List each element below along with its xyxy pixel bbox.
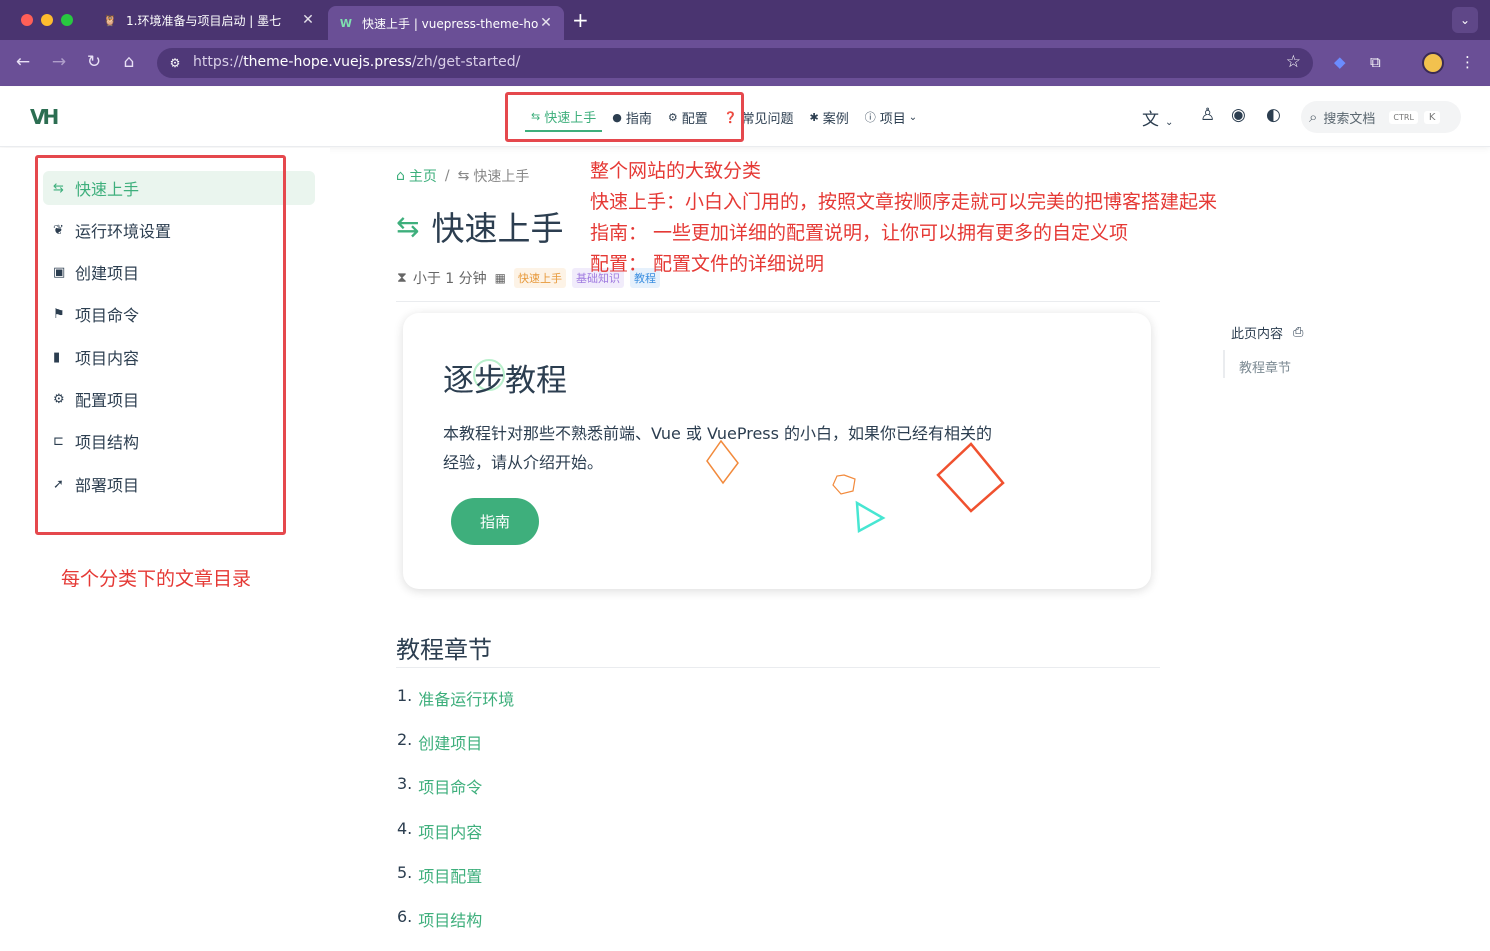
toc-rail <box>1223 350 1225 378</box>
info-circle-icon: ⓘ <box>864 111 876 124</box>
window-close-button[interactable] <box>21 14 33 26</box>
divider <box>396 301 1160 302</box>
search-icon: ⌕ <box>1309 108 1318 126</box>
vh-favicon-icon: W <box>339 16 353 30</box>
address-bar[interactable]: ⚙ https://theme-hope.vuejs.press/zh/get-… <box>157 48 1313 78</box>
chapter-link[interactable]: 项目结构 <box>418 907 482 931</box>
annotation-sidebar-note: 每个分类下的文章目录 <box>61 568 252 590</box>
breadcrumb: ⌂ 主页 / ⇆ 快速上手 <box>396 166 529 186</box>
tab-close-icon[interactable]: ✕ <box>538 15 554 31</box>
list-item: 2. 创建项目 <box>397 730 483 754</box>
tab-search-chevron-icon[interactable]: ⌄ <box>1452 7 1478 33</box>
new-tab-icon[interactable]: + <box>572 8 589 32</box>
list-item: 1. 准备运行环境 <box>397 686 515 710</box>
window-minimize-button[interactable] <box>41 14 53 26</box>
section-title: 教程章节 <box>396 636 492 664</box>
browser-menu-icon[interactable]: ⋮ <box>1460 53 1475 71</box>
tab-close-icon[interactable]: ✕ <box>300 12 316 28</box>
reading-time: 小于 1 分钟 <box>412 271 487 287</box>
chapter-list: 1. 准备运行环境 2. 创建项目 3. 项目命令 4. 项目内容 5. 项目配置 6. 项… <box>397 686 514 951</box>
extension-translate-icon[interactable]: ◆ <box>1334 53 1346 71</box>
owl-favicon-icon: 🦉 <box>103 13 117 27</box>
browser-tab-2[interactable]: W 快速上手 | vuepress-theme-hope ✕ <box>328 6 564 40</box>
window-zoom-button[interactable] <box>61 14 73 26</box>
search-placeholder: 搜索文档 <box>1323 111 1376 127</box>
list-item: 3. 项目命令 <box>397 774 483 798</box>
browser-tab-bar: 🦉 1.环境准备与项目启动 | 墨七 ✕ W 快速上手 | vuepress-t… <box>0 0 1490 40</box>
chapter-link[interactable]: 项目配置 <box>418 863 482 887</box>
bookmark-star-icon[interactable]: ☆ <box>1286 52 1301 72</box>
tab-title: 1.环境准备与项目启动 | 墨七 <box>126 13 282 28</box>
site-logo[interactable]: VH <box>30 105 59 129</box>
chapter-link[interactable]: 项目命令 <box>418 774 482 798</box>
chapter-link[interactable]: 项目内容 <box>418 819 482 843</box>
extensions-puzzle-icon[interactable]: ⧉ <box>1370 53 1381 71</box>
tutorial-card: 逐步教程 本教程针对那些不熟悉前端、Vue 或 VuePress 的小白，如果你… <box>403 313 1151 589</box>
profile-avatar[interactable] <box>1422 52 1444 74</box>
site-settings-icon[interactable]: ⚙ <box>165 53 185 73</box>
breadcrumb-current[interactable]: 快速上手 <box>473 166 529 186</box>
hourglass-icon: ⧗ <box>397 270 407 286</box>
toc-link[interactable]: 教程章节 <box>1239 357 1291 376</box>
list-item: 6. 项目结构 <box>397 906 483 931</box>
shortcut-key-ctrl: CTRL <box>1389 110 1418 124</box>
home-icon[interactable]: ⌂ <box>396 168 405 184</box>
tags-icon: ▦ <box>494 271 506 285</box>
chevron-down-icon: ⌄ <box>908 111 918 123</box>
browser-toolbar: ← → ↻ ⌂ ⚙ https://theme-hope.vuejs.press… <box>0 40 1490 86</box>
site-navbar: VH ⇆ 快速上手 ● 指南 ⚙ 配置 ❓ 常见问题 ✱ 案例 ⓘ 项目 ⌄ 文 ⌄ ♙ ◉ ◐… <box>0 87 1490 147</box>
breadcrumb-separator: / <box>444 168 450 184</box>
search-box[interactable]: ⌕ 搜索文档 CTRL K <box>1301 101 1461 133</box>
theme-toggle-icon[interactable]: ◐ <box>1266 105 1281 125</box>
list-item: 5. 项目配置 <box>397 862 483 887</box>
signpost-icon: ⇆ <box>396 209 420 243</box>
card-title: 逐步教程 <box>443 363 567 399</box>
list-item: 4. 项目内容 <box>397 818 483 843</box>
puzzle-icon: ✱ <box>809 110 819 124</box>
divider <box>396 667 1160 668</box>
chapter-link[interactable]: 准备运行环境 <box>418 686 514 710</box>
page-title: ⇆ 快速上手 <box>396 209 564 248</box>
forward-arrow-icon[interactable]: → <box>48 52 70 72</box>
shortcut-key-k: K <box>1423 110 1441 124</box>
guide-button[interactable]: 指南 <box>451 498 539 545</box>
home-icon[interactable]: ⌂ <box>118 52 140 72</box>
tab-title: 快速上手 | vuepress-theme-hope <box>362 16 538 31</box>
browser-tab-1[interactable]: 🦉 1.环境准备与项目启动 | 墨七 ✕ <box>92 6 326 34</box>
url-text: https://theme-hope.vuejs.press/zh/get-st… <box>193 54 521 70</box>
nav-link-demo[interactable]: ✱ 案例 <box>803 102 854 132</box>
tag-get-started[interactable]: 快速上手 <box>513 268 566 288</box>
signpost-icon: ⇆ <box>457 168 470 184</box>
print-icon[interactable]: ⎙ <box>1293 325 1303 340</box>
language-switch-icon[interactable]: 文 ⌄ <box>1142 105 1173 130</box>
reload-icon[interactable]: ↻ <box>83 52 105 72</box>
github-icon[interactable]: ◉ <box>1231 105 1246 125</box>
chapter-link[interactable]: 创建项目 <box>418 730 482 754</box>
annotation-box-nav <box>505 92 744 142</box>
annotation-nav-note: 整个网站的大致分类 快速上手：小白入门用的，按照文章按顺序走就可以完美的把博客搭… <box>590 160 1218 275</box>
card-description: 本教程针对那些不熟悉前端、Vue 或 VuePress 的小白，如果你已经有相关… <box>443 424 993 472</box>
on-this-page-heading: 此页内容 ⎙ <box>1231 325 1304 342</box>
qq-icon[interactable]: ♙ <box>1200 105 1215 125</box>
back-arrow-icon[interactable]: ← <box>12 52 34 72</box>
nav-link-project[interactable]: ⓘ 项目 ⌄ <box>859 102 923 132</box>
breadcrumb-home[interactable]: 主页 <box>409 166 437 186</box>
annotation-box-sidebar <box>35 155 286 535</box>
